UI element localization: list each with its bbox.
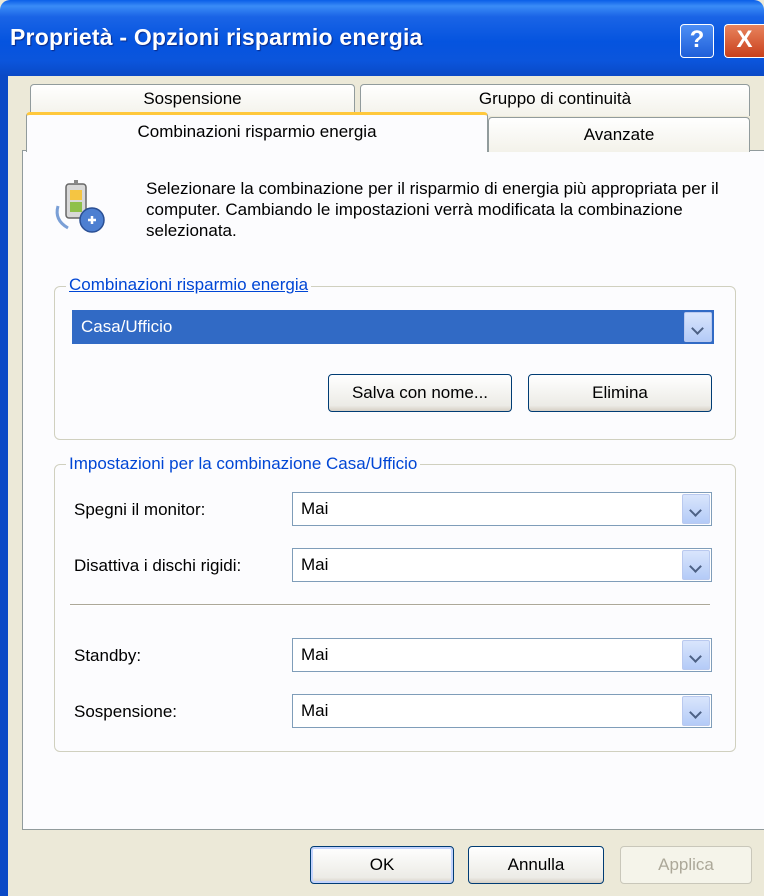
chevron-down-icon[interactable] — [684, 312, 712, 342]
cancel-button[interactable]: Annulla — [468, 846, 604, 884]
power-options-icon — [55, 180, 105, 233]
chevron-down-icon[interactable] — [682, 494, 710, 524]
disks-label: Disattiva i dischi rigidi: — [74, 556, 242, 575]
monitor-label: Spegni il monitor: — [74, 500, 206, 519]
close-button[interactable]: X — [724, 24, 764, 58]
apply-button[interactable]: Applica — [620, 846, 752, 884]
hibernate-select-value: Mai — [301, 701, 329, 720]
delete-button[interactable]: Elimina — [528, 374, 712, 412]
scheme-select[interactable]: Casa/Ufficio — [72, 310, 714, 344]
standby-label: Standby: — [74, 646, 142, 665]
scheme-select-value: Casa/Ufficio — [81, 317, 173, 336]
monitor-select[interactable]: Mai — [292, 492, 712, 526]
help-icon: ? — [689, 26, 705, 53]
settings-group-label: Impostazioni per la combinazione Casa/Uf… — [66, 454, 421, 474]
help-button[interactable]: ? — [680, 24, 714, 58]
settings-divider — [70, 604, 710, 606]
chevron-down-icon[interactable] — [682, 550, 710, 580]
tab-avanzate[interactable]: Avanzate — [488, 117, 750, 152]
window-title: Proprietà - Opzioni risparmio energia — [10, 24, 423, 50]
schemes-group-label-text: Combinazioni risparmio energia — [69, 275, 309, 294]
standby-select-value: Mai — [301, 645, 329, 664]
monitor-select-value: Mai — [301, 499, 329, 518]
tab-combinazioni[interactable]: Combinazioni risparmio energia — [26, 112, 488, 152]
hibernate-select[interactable]: Mai — [292, 694, 712, 728]
disks-select-value: Mai — [301, 555, 329, 574]
intro-text: Selezionare la combinazione per il rispa… — [146, 179, 719, 240]
chevron-down-icon[interactable] — [682, 640, 710, 670]
save-as-button[interactable]: Salva con nome... — [328, 374, 512, 412]
ok-button[interactable]: OK — [310, 846, 454, 884]
hibernate-label: Sospensione: — [74, 702, 178, 721]
schemes-group-label: Combinazioni risparmio energia — [66, 275, 312, 295]
disks-select[interactable]: Mai — [292, 548, 712, 582]
chevron-down-icon[interactable] — [682, 696, 710, 726]
window-border — [0, 76, 8, 896]
standby-select[interactable]: Mai — [292, 638, 712, 672]
title-bar[interactable]: Proprietà - Opzioni risparmio energia ? … — [0, 0, 764, 76]
close-icon: X — [736, 26, 753, 53]
